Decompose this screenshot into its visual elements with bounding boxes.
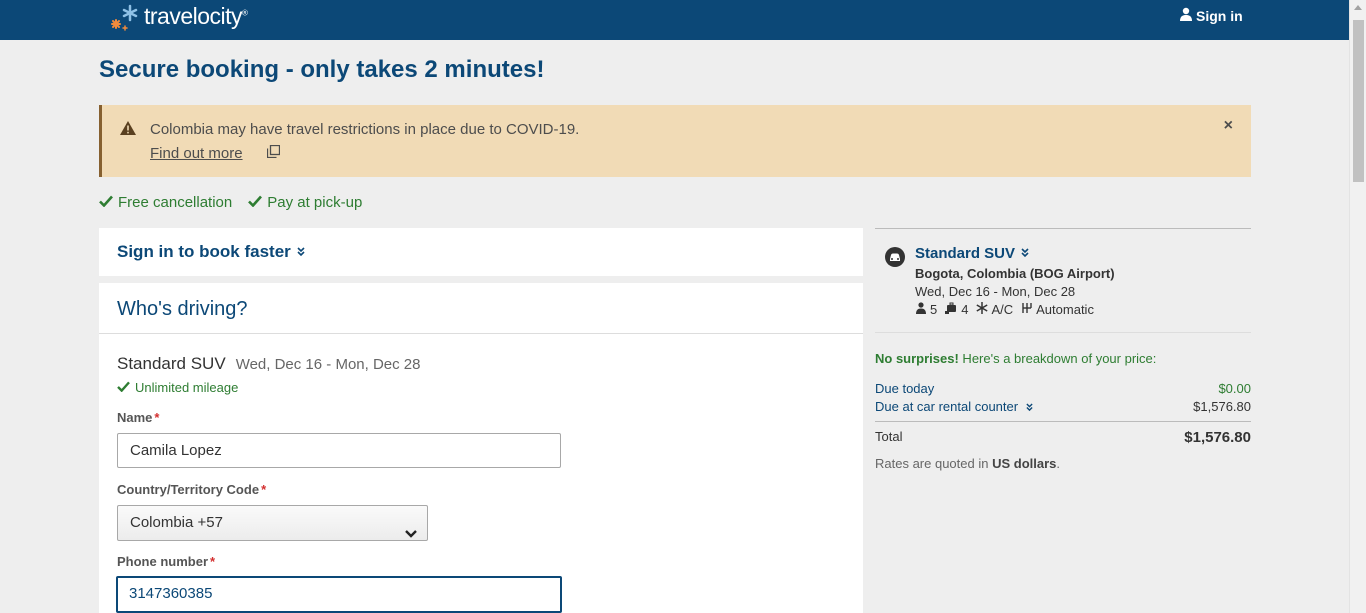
pickup-location: Bogota, Colombia (BOG Airport) xyxy=(915,266,1115,281)
mileage-label: Unlimited mileage xyxy=(135,380,239,395)
car-type: Standard SUV xyxy=(117,354,226,373)
total-value: $1,576.80 xyxy=(1184,429,1251,446)
summary-car-type: Standard SUV xyxy=(915,245,1016,262)
transmission-spec: Automatic xyxy=(1021,302,1094,317)
rental-dates: Wed, Dec 16 - Mon, Dec 28 xyxy=(235,356,421,373)
sign-in-to-book-faster-toggle[interactable]: Sign in to book faster xyxy=(117,242,305,262)
country-code-label: Country/Territory Code * xyxy=(117,482,267,497)
name-input[interactable]: Camila Lopez xyxy=(117,433,561,468)
check-icon xyxy=(117,380,130,395)
user-icon xyxy=(1179,7,1193,24)
person-icon xyxy=(915,302,927,317)
check-icon xyxy=(99,194,113,211)
no-surprises-message: No surprises! Here's a breakdown of your… xyxy=(875,351,1157,366)
total-label: Total xyxy=(875,429,903,444)
logo-star-icon xyxy=(110,4,142,36)
bags-spec: 4 xyxy=(945,302,968,317)
summary-dates: Wed, Dec 16 - Mon, Dec 28 xyxy=(915,284,1076,299)
sign-in-card: Sign in to book faster xyxy=(99,228,863,276)
gear-shift-icon xyxy=(1021,302,1033,317)
sign-in-label: Sign in xyxy=(1196,7,1243,24)
due-today-value: $0.00 xyxy=(1218,381,1251,396)
top-navigation-bar: travelocity® Sign in xyxy=(0,0,1349,40)
scroll-up-arrow-icon[interactable] xyxy=(1354,5,1362,10)
ac-spec: A/C xyxy=(976,302,1013,317)
phone-number-input[interactable]: 3147360385 xyxy=(116,576,562,613)
double-chevron-down-icon xyxy=(1021,245,1029,262)
country-code-select[interactable]: Colombia +57 xyxy=(117,505,428,541)
sign-in-card-label: Sign in to book faster xyxy=(117,242,291,261)
driver-section-heading: Who's driving? xyxy=(117,298,248,320)
travel-restrictions-alert: Colombia may have travel restrictions in… xyxy=(99,105,1251,177)
phone-number-label: Phone number * xyxy=(117,554,216,569)
total-divider xyxy=(875,421,1251,422)
find-out-more-link[interactable]: Find out more xyxy=(150,145,243,162)
unlimited-mileage-badge: Unlimited mileage xyxy=(117,380,238,395)
external-link-icon[interactable] xyxy=(266,144,281,163)
travelocity-logo[interactable]: travelocity® xyxy=(110,0,248,40)
summary-divider xyxy=(875,332,1251,333)
name-label: Name * xyxy=(117,410,160,425)
driver-details-card: Who's driving? Standard SUV Wed, Dec 16 … xyxy=(99,283,863,613)
car-summary-line: Standard SUV Wed, Dec 16 - Mon, Dec 28 xyxy=(117,354,421,374)
passengers-spec: 5 xyxy=(915,302,937,317)
perk-pay-at-pickup: Pay at pick-up xyxy=(248,194,362,211)
due-today-row: Due today $0.00 xyxy=(875,381,1251,396)
section-divider xyxy=(99,333,863,334)
country-code-value: Colombia +57 xyxy=(130,514,223,531)
page-title: Secure booking - only takes 2 minutes! xyxy=(99,56,545,83)
total-row: Total $1,576.80 xyxy=(875,429,1251,446)
car-icon xyxy=(885,247,905,267)
due-at-counter-row[interactable]: Due at car rental counter $1,576.80 xyxy=(875,399,1251,415)
summary-car-toggle[interactable]: Standard SUV xyxy=(915,245,1029,262)
perk-free-cancellation: Free cancellation xyxy=(99,194,232,211)
currency-note: Rates are quoted in US dollars. xyxy=(875,456,1060,471)
booking-perks: Free cancellation Pay at pick-up xyxy=(99,194,362,211)
header-sign-in-link[interactable]: Sign in xyxy=(1179,7,1243,24)
perk-label: Pay at pick-up xyxy=(267,194,363,211)
due-today-label: Due today xyxy=(875,381,935,396)
summary-top-border xyxy=(875,228,1251,229)
scrollbar-thumb[interactable] xyxy=(1353,20,1364,182)
snowflake-icon xyxy=(976,302,989,317)
luggage-icon xyxy=(945,302,958,317)
alert-message: Colombia may have travel restrictions in… xyxy=(150,121,580,138)
car-specs: 5 4 A/C Automatic xyxy=(915,302,1094,317)
perk-label: Free cancellation xyxy=(118,194,233,211)
brand-name: travelocity® xyxy=(144,2,248,29)
warning-icon xyxy=(120,121,136,140)
due-at-counter-value: $1,576.80 xyxy=(1193,399,1251,414)
page-scrollbar[interactable] xyxy=(1349,0,1366,613)
chevron-down-icon xyxy=(405,517,417,551)
due-at-counter-toggle[interactable]: Due at car rental counter xyxy=(875,399,1033,415)
alert-close-button[interactable]: × xyxy=(1224,117,1233,135)
double-chevron-down-icon xyxy=(1026,400,1033,415)
double-chevron-down-icon xyxy=(297,242,305,262)
check-icon xyxy=(248,194,263,211)
